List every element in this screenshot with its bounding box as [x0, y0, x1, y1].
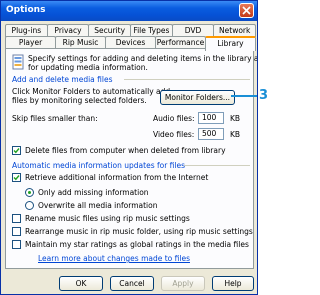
- skip-files-label: Skip files smaller than:: [12, 114, 98, 123]
- callout-line: [231, 95, 257, 97]
- overwrite-label: Overwrite all media information: [38, 201, 158, 210]
- close-icon: [242, 6, 251, 15]
- delete-files-label: Delete files from computer when deleted …: [25, 146, 226, 155]
- checkmark-icon: [13, 148, 20, 154]
- close-button[interactable]: [239, 3, 254, 18]
- callout-number: 3: [259, 88, 269, 103]
- add-delete-section-title: Add and delete media files: [12, 75, 113, 84]
- video-size-input[interactable]: 500: [198, 128, 224, 140]
- audio-files-label: Audio files:: [153, 114, 195, 123]
- library-settings-icon: [12, 54, 24, 70]
- intro-line-1: Specify settings for adding and deleting…: [28, 54, 258, 63]
- monitor-text-1: Click Monitor Folders to automatically a…: [12, 87, 171, 96]
- maintain-ratings-checkbox[interactable]: [12, 240, 21, 249]
- learn-more-link[interactable]: Learn more about changes made to files: [38, 254, 190, 263]
- only-missing-label: Only add missing information: [38, 188, 149, 197]
- cancel-button[interactable]: Cancel: [110, 276, 154, 291]
- retrieve-info-label: Retrieve additional information from the…: [25, 173, 209, 182]
- tab-library[interactable]: Library: [205, 36, 256, 51]
- rearrange-music-label: Rearrange music in rip music folder, usi…: [25, 227, 253, 236]
- audio-size-input[interactable]: 100: [198, 112, 224, 124]
- rename-files-label: Rename music files using rip music setti…: [25, 214, 190, 223]
- monitor-text-2: files by monitoring selected folders.: [12, 96, 147, 105]
- ok-button[interactable]: OK: [59, 276, 103, 291]
- overwrite-radio[interactable]: [25, 201, 34, 210]
- library-tab-panel: Specify settings for adding and deleting…: [5, 48, 257, 269]
- rename-files-checkbox[interactable]: [12, 214, 21, 223]
- only-missing-radio[interactable]: [25, 188, 34, 197]
- audio-unit: KB: [230, 114, 241, 123]
- section-divider: [184, 165, 250, 166]
- window-title: Options: [6, 5, 46, 15]
- delete-files-checkbox[interactable]: [12, 146, 21, 155]
- video-unit: KB: [230, 130, 241, 139]
- help-button[interactable]: Help: [212, 276, 254, 291]
- options-dialog: Options Plug-ins Privacy Security File T…: [0, 0, 258, 295]
- monitor-folders-button[interactable]: Monitor Folders...: [160, 90, 235, 105]
- video-files-label: Video files:: [153, 130, 195, 139]
- apply-button[interactable]: Apply: [161, 276, 205, 291]
- auto-updates-section-title: Automatic media information updates for …: [12, 161, 186, 170]
- rearrange-music-checkbox[interactable]: [12, 227, 21, 236]
- section-divider: [124, 79, 250, 80]
- intro-line-2: for updating media information.: [28, 63, 148, 72]
- maintain-ratings-label: Maintain my star ratings as global ratin…: [25, 240, 249, 249]
- checkmark-icon: [13, 175, 20, 181]
- title-bar[interactable]: Options: [1, 1, 257, 21]
- retrieve-info-checkbox[interactable]: [12, 173, 21, 182]
